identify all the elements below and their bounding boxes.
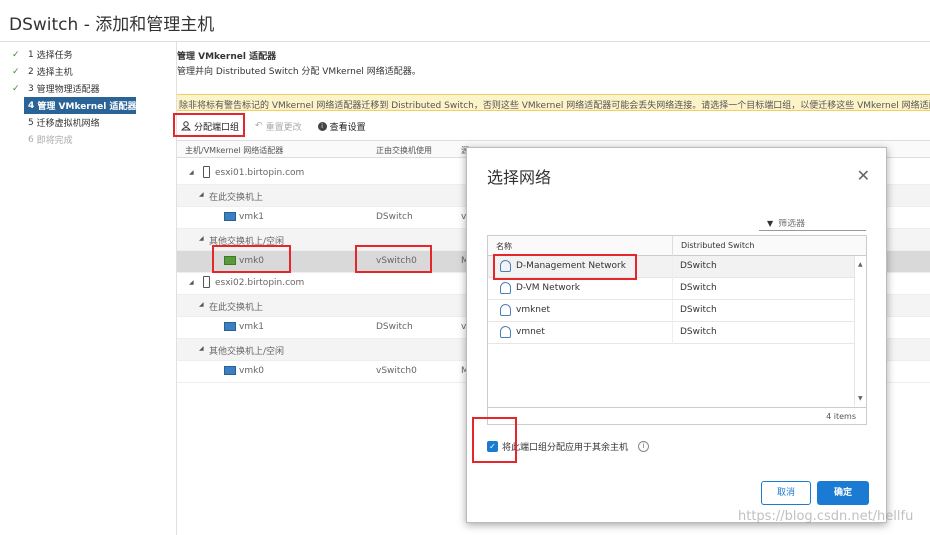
col-in-use-by[interactable]: 正由交换机使用: [376, 145, 432, 156]
filter-icon: ▼: [767, 219, 774, 228]
page-title: 管理 VMkernel 适配器: [177, 52, 277, 62]
network-row[interactable]: vmknet DSwitch: [488, 300, 854, 322]
wizard-steps: ✓ 1 选择任务 ✓ 2 选择主机 ✓ 3 管理物理适配器 4 管理 VMkernel…: [0, 42, 168, 535]
step-3[interactable]: ✓ 3 管理物理适配器: [0, 80, 168, 97]
apply-label: 将此端口组分配应用于其余主机: [502, 443, 629, 453]
adapter-name: vmk1: [239, 322, 265, 332]
host-name: esxi01.birtopin.com: [215, 168, 305, 178]
network-name: vmnet: [516, 327, 545, 337]
step-1[interactable]: ✓ 1 选择任务: [0, 46, 168, 63]
col-name[interactable]: 名称: [496, 241, 512, 252]
expand-icon[interactable]: ◢: [189, 279, 194, 286]
expand-icon[interactable]: ◢: [189, 169, 194, 176]
column-divider: [672, 256, 673, 278]
page-subtitle: 管理并向 Distributed Switch 分配 VMkernel 网络适配…: [177, 67, 421, 77]
close-icon[interactable]: ✕: [857, 166, 870, 185]
window-title: DSwitch - 添加和管理主机: [0, 0, 930, 42]
in-use-switch: DSwitch: [376, 322, 413, 332]
group-label: 其他交换机上/空闲: [209, 347, 285, 357]
network-switch: DSwitch: [680, 261, 717, 271]
network-row[interactable]: vmnet DSwitch: [488, 322, 854, 344]
filter-box: ▼: [759, 217, 866, 231]
group-label: 在此交换机上: [209, 193, 264, 203]
column-divider: [672, 278, 673, 300]
cancel-button[interactable]: 取消: [761, 481, 811, 505]
network-row[interactable]: D-VM Network DSwitch: [488, 278, 854, 300]
host-name: esxi02.birtopin.com: [215, 278, 305, 288]
vmkernel-adapter-icon: [224, 322, 236, 331]
network-switch: DSwitch: [680, 327, 717, 337]
highlight-vmk0: [212, 245, 291, 273]
check-icon: ✓: [12, 83, 20, 94]
adapter-name: vmk1: [239, 212, 265, 222]
reset-changes-button[interactable]: ↶ 重置更改: [255, 120, 302, 133]
step-2[interactable]: ✓ 2 选择主机: [0, 63, 168, 80]
network-switch: DSwitch: [680, 305, 717, 315]
highlight-assign: [173, 113, 245, 137]
check-icon: ✓: [12, 49, 20, 60]
highlight-apply-checkbox: [472, 417, 517, 463]
network-name: vmknet: [516, 305, 551, 315]
filter-input[interactable]: [778, 218, 849, 229]
warning-banner: 除非将标有警告标记的 VMkernel 网络适配器迁移到 Distributed…: [177, 94, 930, 111]
item-count: 4 items: [826, 412, 856, 421]
host-icon: [203, 166, 210, 178]
network-icon: [500, 282, 511, 294]
view-settings-button[interactable]: i 查看设置: [317, 120, 366, 133]
network-table-header: 名称 Distributed Switch: [488, 236, 866, 256]
ok-button[interactable]: 确定: [817, 481, 869, 505]
column-divider: [672, 300, 673, 322]
highlight-vswitch0: [355, 245, 432, 273]
col-distributed-switch[interactable]: Distributed Switch: [672, 236, 754, 256]
network-switch: DSwitch: [680, 283, 717, 293]
info-icon[interactable]: i: [638, 441, 650, 452]
step-5[interactable]: 5 迁移虚拟机网络: [0, 114, 168, 131]
vmkernel-adapter-icon: [224, 366, 236, 375]
check-icon: ✓: [12, 66, 20, 77]
in-use-switch: vSwitch0: [376, 366, 417, 376]
highlight-dmanagement: [493, 254, 637, 280]
group-label: 在此交换机上: [209, 303, 264, 313]
dialog-title: 选择网络: [487, 168, 552, 187]
network-icon: [500, 326, 511, 338]
info-icon: i: [317, 121, 327, 131]
scroll-up-icon[interactable]: ▲: [858, 261, 863, 268]
select-network-dialog: 选择网络 ✕ ▼ 名称 Distributed Switch D-Managem…: [466, 147, 887, 523]
column-divider: [672, 322, 673, 344]
vmkernel-adapter-icon: [224, 212, 236, 221]
expand-icon[interactable]: ◢: [199, 191, 204, 198]
undo-icon: ↶: [255, 121, 263, 131]
step-6: 6 即将完成: [28, 134, 73, 147]
adapter-name: vmk0: [239, 366, 265, 376]
in-use-switch: DSwitch: [376, 212, 413, 222]
expand-icon[interactable]: ◢: [199, 235, 204, 242]
network-table-footer: 4 items: [488, 407, 866, 425]
network-icon: [500, 304, 511, 316]
col-adapter[interactable]: 主机/VMkernel 网络适配器: [185, 145, 283, 156]
host-icon: [203, 276, 210, 288]
network-name: D-VM Network: [516, 283, 581, 293]
expand-icon[interactable]: ◢: [199, 301, 204, 308]
expand-icon[interactable]: ◢: [199, 345, 204, 352]
scroll-down-icon[interactable]: ▼: [858, 395, 863, 402]
scrollbar[interactable]: ▲ ▼: [854, 256, 866, 406]
watermark: https://blog.csdn.net/hellfu: [738, 509, 914, 524]
step-4[interactable]: 4 管理 VMkernel 适配器: [24, 97, 136, 114]
